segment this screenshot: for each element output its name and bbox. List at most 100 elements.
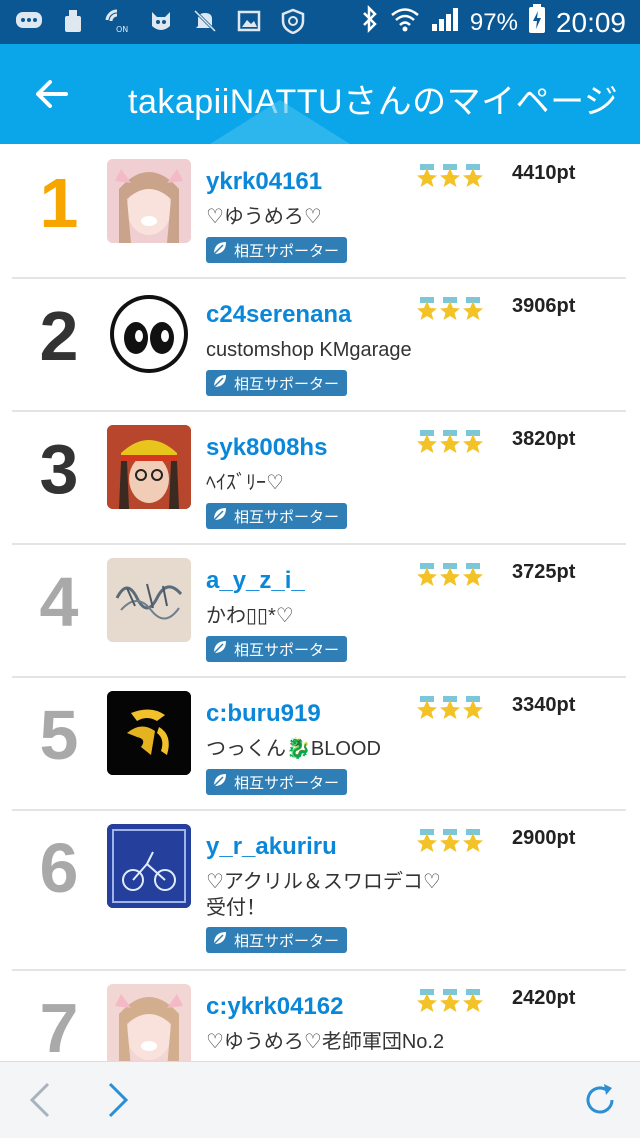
- reload-button[interactable]: [580, 1080, 620, 1120]
- points: 3340pt: [512, 694, 576, 716]
- username-link[interactable]: y_r_akuriru: [206, 833, 337, 861]
- star-rating: [416, 829, 484, 858]
- avatar[interactable]: [107, 159, 191, 243]
- battery-percent: 97%: [469, 8, 518, 36]
- user-description: ♡ゆうめろ♡老師軍団No.2: [206, 1031, 445, 1053]
- arrow-left-icon: [36, 80, 68, 108]
- notification-icons: ON: [14, 6, 308, 36]
- star-icon: [439, 563, 461, 592]
- tab-indicator: [210, 100, 350, 144]
- chevron-right-icon: [108, 1082, 129, 1118]
- page-title: takapiiNATTUさんのマイページ: [128, 83, 619, 121]
- user-description: かわ▯▯*♡: [206, 605, 294, 627]
- mutual-supporter-badge: 相互サポーター: [206, 503, 348, 529]
- badge-label: 相互サポーター: [234, 774, 340, 792]
- list-item[interactable]: 4 a_y_z_i_ 3725pt かわ▯▯*♡ 相互サポーター: [12, 543, 626, 678]
- list-item[interactable]: 2 c24serenana 3906pt customshop KMgarage…: [12, 277, 626, 412]
- leaf-icon: [212, 772, 228, 792]
- forward-nav-button[interactable]: [98, 1080, 138, 1120]
- avatar[interactable]: [107, 824, 191, 908]
- username-link[interactable]: ykrk04161: [206, 168, 322, 196]
- avatar[interactable]: [107, 425, 191, 509]
- star-icon: [462, 297, 484, 326]
- svg-text:ON: ON: [116, 25, 128, 34]
- star-icon: [416, 989, 438, 1018]
- star-rating: [416, 989, 484, 1018]
- back-nav-button[interactable]: [22, 1080, 62, 1120]
- back-button[interactable]: [30, 72, 74, 116]
- star-icon: [462, 164, 484, 193]
- leaf-icon: [212, 930, 228, 950]
- list-item[interactable]: 5 c:buru919 3340pt つっくん🐉BLOOD 相互サポーター: [12, 676, 626, 811]
- system-icons: 97% 20:09: [360, 4, 626, 41]
- points: 2420pt: [512, 987, 576, 1009]
- list-item[interactable]: 1 ykrk04161 4410pt ♡ゆうめろ♡ 相互サポーター: [12, 144, 626, 279]
- star-icon: [416, 297, 438, 326]
- rank-number: 7: [39, 989, 79, 1061]
- username-link[interactable]: c:ykrk04162: [206, 993, 343, 1021]
- list-item[interactable]: 3 syk8008hs 3820pt ﾍｲｽﾞﾘｰ♡ 相互サポーター: [12, 410, 626, 545]
- star-icon: [439, 989, 461, 1018]
- points: 4410pt: [512, 162, 576, 184]
- username-link[interactable]: syk8008hs: [206, 434, 327, 462]
- usb-icon: [58, 6, 88, 36]
- list-item[interactable]: 6 y_r_akuriru 2900pt ♡アクリル＆スワロデコ♡ 受付！ 相互…: [12, 809, 626, 971]
- chevron-left-icon: [29, 1082, 50, 1118]
- image-icon: [234, 6, 264, 36]
- star-icon: [416, 430, 438, 459]
- user-description: customshop KMgarage: [206, 339, 412, 361]
- star-icon: [439, 164, 461, 193]
- wifi-calling-icon: ON: [102, 6, 132, 36]
- star-icon: [462, 696, 484, 725]
- user-description: ﾍｲｽﾞﾘｰ♡: [206, 472, 284, 494]
- avatar[interactable]: [107, 292, 191, 376]
- username-link[interactable]: c24serenana: [206, 301, 351, 329]
- mutual-supporter-badge: 相互サポーター: [206, 370, 348, 396]
- list-item[interactable]: 7 c:ykrk04162 2420pt ♡ゆうめろ♡老師軍団No.2: [12, 969, 626, 1061]
- rank-number: 3: [39, 430, 79, 508]
- avatar[interactable]: [107, 558, 191, 642]
- user-description: ♡ゆうめろ♡: [206, 206, 322, 228]
- star-icon: [416, 829, 438, 858]
- star-icon: [416, 696, 438, 725]
- leaf-icon: [212, 240, 228, 260]
- avatar[interactable]: [107, 984, 191, 1061]
- rank-number: 1: [39, 164, 79, 242]
- battery-icon: [528, 4, 546, 41]
- username-link[interactable]: c:buru919: [206, 700, 321, 728]
- avatar[interactable]: [107, 691, 191, 775]
- star-rating: [416, 164, 484, 193]
- leaf-icon: [212, 373, 228, 393]
- status-bar: ON 97% 20:09: [0, 0, 640, 44]
- chat-icon: [14, 6, 44, 36]
- points: 3820pt: [512, 428, 576, 450]
- star-icon: [462, 829, 484, 858]
- clock: 20:09: [555, 6, 626, 38]
- star-icon: [439, 829, 461, 858]
- badge-label: 相互サポーター: [234, 242, 340, 260]
- mutual-supporter-badge: 相互サポーター: [206, 237, 348, 263]
- star-icon: [439, 696, 461, 725]
- username-link[interactable]: a_y_z_i_: [206, 567, 305, 595]
- star-rating: [416, 696, 484, 725]
- rank-number: 2: [39, 297, 79, 375]
- bluetooth-icon: [360, 4, 380, 40]
- mutual-supporter-badge: 相互サポーター: [206, 927, 348, 953]
- points: 3906pt: [512, 295, 576, 317]
- star-rating: [416, 297, 484, 326]
- star-icon: [416, 164, 438, 193]
- leaf-icon: [212, 506, 228, 526]
- star-icon: [439, 430, 461, 459]
- star-icon: [462, 430, 484, 459]
- badge-label: 相互サポーター: [234, 375, 340, 393]
- rank-number: 6: [39, 829, 79, 907]
- mutual-supporter-badge: 相互サポーター: [206, 769, 348, 795]
- star-rating: [416, 563, 484, 592]
- badge-label: 相互サポーター: [234, 932, 340, 950]
- user-description: ♡アクリル＆スワロデコ♡ 受付！: [206, 871, 441, 919]
- browser-toolbar: [0, 1061, 640, 1138]
- badge-label: 相互サポーター: [234, 641, 340, 659]
- rank-number: 4: [39, 563, 79, 641]
- wifi-icon: [390, 6, 420, 39]
- ranking-list: 1 ykrk04161 4410pt ♡ゆうめろ♡ 相互サポーター 2 c24s…: [0, 144, 640, 1061]
